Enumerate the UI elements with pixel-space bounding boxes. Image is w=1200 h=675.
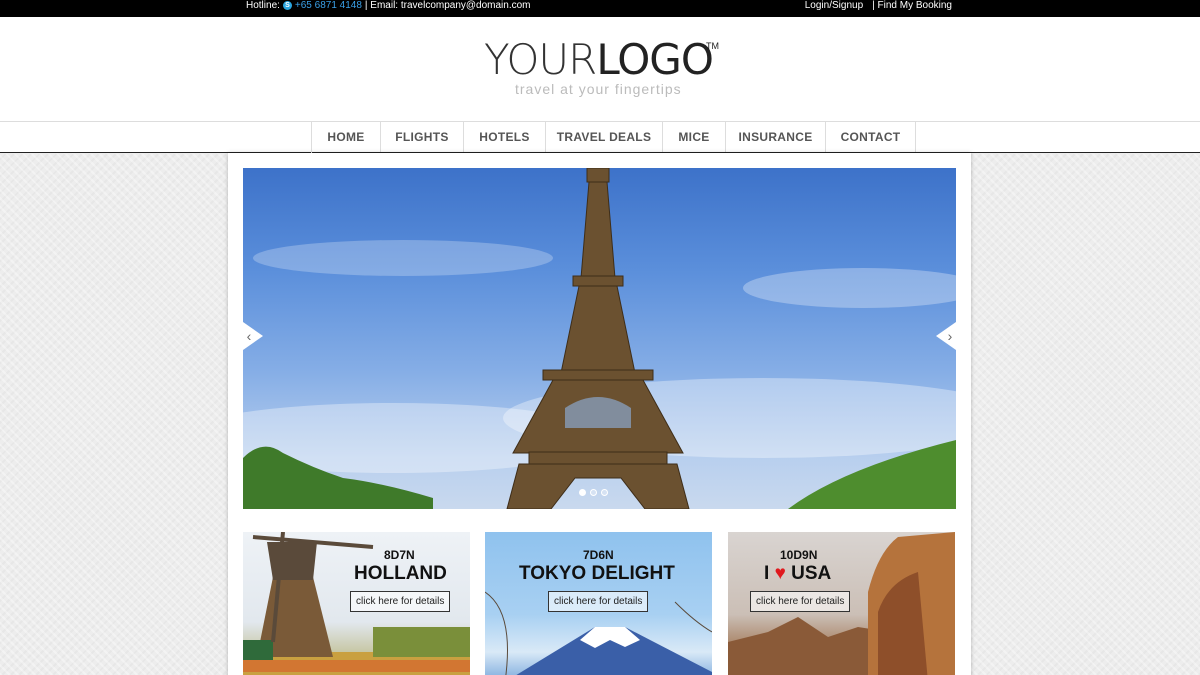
nav-list: HOME FLIGHTS HOTELS TRAVEL DEALS MICE IN…	[311, 122, 916, 153]
email-text[interactable]: | Email: travelcompany@domain.com	[365, 0, 531, 11]
deal-title: TOKYO DELIGHT	[519, 563, 675, 584]
deal-duration: 10D9N	[780, 548, 818, 562]
nav-item-travel-deals[interactable]: TRAVEL DEALS	[546, 122, 663, 152]
header: YOURLOGO TM travel at your fingertips	[0, 17, 1200, 121]
chevron-left-icon: ‹	[246, 328, 252, 344]
login-signup-link[interactable]: Login/Signup	[805, 0, 863, 11]
nav-item-hotels[interactable]: HOTELS	[464, 122, 546, 152]
slider-dot[interactable]	[601, 489, 608, 496]
nav-item-mice[interactable]: MICE	[663, 122, 726, 152]
skype-icon: S	[282, 1, 292, 10]
deal-card-usa[interactable]: 10D9N I ♥ USA click here for details	[728, 532, 955, 675]
trademark-mark: TM	[706, 41, 719, 51]
deal-details-button[interactable]: click here for details	[750, 591, 851, 612]
contact-info: Hotline: S +65 6871 4148 | Email: travel…	[246, 0, 531, 11]
deal-duration: 8D7N	[384, 548, 415, 562]
deal-title-suffix: USA	[791, 563, 832, 584]
logo-tagline: travel at your fingertips	[515, 81, 682, 97]
phone-link[interactable]: +65 6871 4148	[295, 0, 362, 11]
nav-item-home[interactable]: HOME	[312, 122, 381, 152]
eiffel-tower-image	[243, 168, 956, 509]
logo-wordmark: YOURLOGO	[484, 38, 724, 82]
nav-item-flights[interactable]: FLIGHTS	[381, 122, 464, 152]
deal-details-button[interactable]: click here for details	[548, 591, 649, 612]
slider-dot[interactable]	[590, 489, 597, 496]
deal-duration: 7D6N	[583, 548, 614, 562]
chevron-right-icon: ›	[947, 328, 953, 344]
slider-pagination	[579, 489, 608, 496]
deal-title: HOLLAND	[354, 563, 447, 584]
logo[interactable]: YOURLOGO TM travel at your fingertips	[484, 38, 724, 104]
deal-details-button[interactable]: click here for details	[350, 591, 451, 612]
hero-slider[interactable]: ‹ ›	[243, 168, 956, 509]
logo-word-thin: YOUR	[484, 35, 597, 84]
main-nav: HOME FLIGHTS HOTELS TRAVEL DEALS MICE IN…	[0, 121, 1200, 153]
hotline-label: Hotline:	[246, 0, 280, 11]
find-my-booking-link[interactable]: | Find My Booking	[872, 0, 952, 11]
deal-title: I ♥ USA	[764, 563, 831, 585]
main-content: ‹ › 8D7N HOLLAND click here for details	[228, 153, 971, 675]
account-links: Login/Signup | Find My Booking	[805, 0, 952, 11]
nav-item-insurance[interactable]: INSURANCE	[726, 122, 826, 152]
deal-card-holland[interactable]: 8D7N HOLLAND click here for details	[243, 532, 470, 675]
deal-card-tokyo[interactable]: 7D6N TOKYO DELIGHT click here for detail…	[485, 532, 712, 675]
top-bar: Hotline: S +65 6871 4148 | Email: travel…	[0, 0, 1200, 17]
nav-item-contact[interactable]: CONTACT	[826, 122, 916, 152]
slider-dot[interactable]	[579, 489, 586, 496]
logo-word-bold: LOGO	[596, 35, 714, 84]
heart-icon: ♥	[774, 563, 786, 584]
deal-title-prefix: I	[764, 563, 770, 584]
